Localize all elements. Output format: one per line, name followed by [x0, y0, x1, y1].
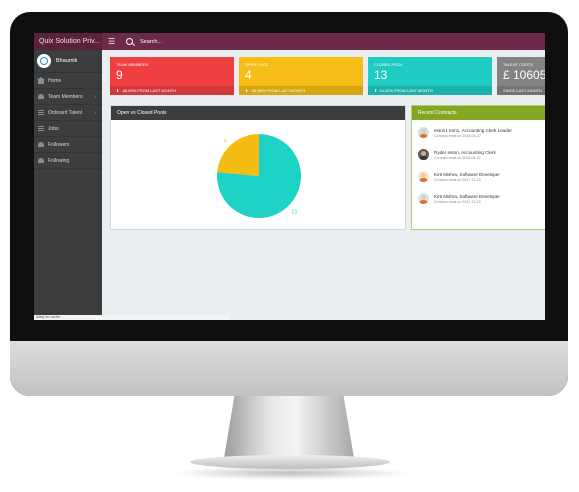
search-bar [126, 37, 262, 46]
menu-toggle-icon[interactable]: ☰ [108, 37, 118, 46]
stat-footer: SINCE LAST MONTH [497, 86, 545, 95]
following-icon [37, 158, 44, 164]
sidebar-item-label: Onboard Talent [48, 109, 83, 116]
app-screen: Quix Solution Priv... ☰ Bhaumik Home Tea… [34, 33, 545, 320]
contract-end-date: Contract ends on 2018-04-22 [434, 155, 481, 160]
sidebar-item-label: Jobs [48, 125, 59, 132]
search-input[interactable] [138, 37, 262, 46]
monitor-stand-base [190, 455, 390, 469]
sidebar-item-jobs[interactable]: Jobs [34, 121, 102, 137]
stat-footer: ⬇ -88.89% FROM LAST MONTH [110, 86, 234, 95]
team-icon [37, 94, 44, 100]
stat-talent-costs[interactable]: TALENT COSTS £ 10605 SINCE LAST MONTH [497, 57, 545, 95]
stat-label: TEAM MEMBERS [116, 62, 149, 67]
pie-label-4: 4 [224, 139, 227, 145]
contract-title: eston1 tom1, Accounting Clerk Leader [434, 127, 512, 133]
contract-title: Kirti Mishra, Software Developer [434, 171, 500, 177]
sidebar-item-following[interactable]: Following [34, 153, 102, 169]
user-panel[interactable]: Bhaumik [34, 50, 102, 73]
pools-chart-panel: Open vs Closed Pools 13 4 [110, 105, 406, 230]
panel-title: Recent Contracts [412, 106, 545, 120]
jobs-icon [37, 126, 44, 132]
stat-open-pool[interactable]: OPEN POOL 4 ⬇ -55.56% FROM LAST MONTH [239, 57, 363, 95]
search-icon[interactable] [126, 38, 133, 45]
monitor-chin [10, 341, 568, 396]
stat-team-members[interactable]: TEAM MEMBERS 9 ⬇ -88.89% FROM LAST MONTH [110, 57, 234, 95]
user-name: Bhaumik [56, 58, 78, 64]
sidebar-item-team-members[interactable]: Team Members › [34, 89, 102, 105]
home-icon [36, 76, 45, 84]
contract-title: Kirti Mishra, Software Developer [434, 193, 500, 199]
sidebar-item-label: Team Members [48, 93, 83, 100]
app-title[interactable]: Quix Solution Priv... [34, 33, 102, 50]
sidebar-item-home[interactable]: Home [34, 73, 102, 89]
stat-label: CLOSED POOL [374, 62, 403, 67]
stat-value: 13 [374, 68, 388, 82]
contract-end-date: Contract ends on 2018-04-22 [434, 133, 481, 138]
stat-footer: ⬆ 44.44% FROM LAST MONTH [368, 86, 492, 95]
list-item[interactable]: Ryder eston, Accounting Clerk Contract en… [418, 149, 496, 160]
list-item[interactable]: Kirti Mishra, Software Developer Contract… [418, 193, 500, 204]
arrow-down-icon: ⬇ [245, 88, 249, 93]
contract-end-date: Contract ends on 2017-12-29 [434, 177, 481, 182]
top-navbar: Quix Solution Priv... ☰ [34, 33, 545, 50]
list-item[interactable]: eston1 tom1, Accounting Clerk Leader Cont… [418, 127, 512, 138]
stat-value: £ 10605 [503, 68, 545, 82]
contract-end-date: Contract ends on 2017-12-23 [434, 199, 481, 204]
sidebar-item-onboard-talent[interactable]: Onboard Talent › [34, 105, 102, 121]
sidebar-item-label: Home [48, 77, 62, 84]
onboard-icon [37, 110, 44, 116]
stat-footer: ⬇ -55.56% FROM LAST MONTH [239, 86, 363, 95]
sidebar-item-followers[interactable]: Followers [34, 137, 102, 153]
pie-chart: 13 4 [217, 134, 301, 218]
chevron-right-icon: › [94, 109, 96, 116]
pie-label-13: 13 [291, 209, 297, 215]
panel-title: Open vs Closed Pools [111, 106, 405, 120]
sidebar: Bhaumik Home Team Members › Onboard Tale… [34, 50, 102, 315]
stat-label: TALENT COSTS [503, 62, 533, 67]
contract-title: Ryder eston, Accounting Clerk [434, 149, 496, 155]
stat-closed-pool[interactable]: CLOSED POOL 13 ⬆ 44.44% FROM LAST MONTH [368, 57, 492, 95]
list-item[interactable]: Kirti Mishra, Software Developer Contract… [418, 171, 500, 182]
stat-value: 4 [245, 68, 252, 82]
avatar [418, 149, 429, 160]
followers-icon [37, 142, 44, 148]
avatar [418, 171, 429, 182]
chevron-right-icon: › [94, 93, 96, 100]
monitor-stand-neck [224, 396, 354, 458]
stat-label: OPEN POOL [245, 62, 269, 67]
sidebar-item-label: Following [48, 157, 70, 164]
sidebar-item-label: Followers [48, 141, 70, 148]
browser-status-bar: aiting for cache... [34, 315, 229, 320]
avatar [418, 127, 429, 138]
avatar [418, 193, 429, 204]
recent-contracts-panel: Recent Contracts eston1 tom1, Accounting… [411, 105, 545, 230]
avatar [37, 54, 51, 68]
arrow-down-icon: ⬇ [116, 88, 120, 93]
arrow-up-icon: ⬆ [374, 88, 378, 93]
stat-value: 9 [116, 68, 123, 82]
